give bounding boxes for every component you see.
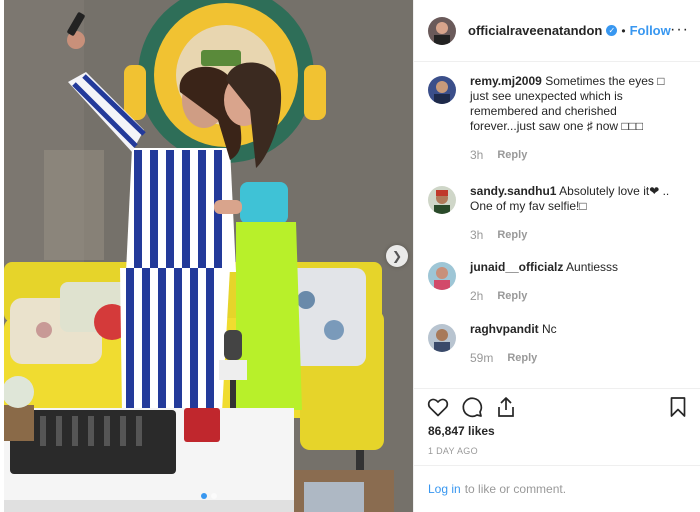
likes-count[interactable]: 86,847 likes [428,424,495,438]
comment-item: sandy.sandhu1 Absolutely love it❤ .. One… [428,184,690,242]
commenter-avatar[interactable] [428,324,456,352]
reply-button[interactable]: Reply [497,149,527,161]
author-avatar[interactable] [428,16,456,45]
next-photo-button[interactable]: ❯ [386,245,408,267]
reply-button[interactable]: Reply [497,290,527,302]
post-sidebar: officialraveenatandon ✓ • Follow ··· rem… [413,0,700,512]
login-prompt: Log in to like or comment. [414,465,700,512]
heart-icon[interactable] [426,395,450,419]
post-date: 1 DAY AGO [428,446,478,456]
reply-button[interactable]: Reply [497,229,527,241]
reply-button[interactable]: Reply [507,352,537,364]
comment-time: 59m [470,351,494,365]
comment-text: Auntiesss [566,260,619,274]
login-link[interactable]: Log in [428,482,461,496]
comment-icon[interactable] [460,395,484,419]
commenter-avatar[interactable] [428,186,456,214]
verified-badge-icon: ✓ [606,25,618,36]
more-options-icon[interactable]: ··· [670,22,689,38]
instagram-post: ❯ officialraveenatandon ✓ • Follow ··· r… [0,0,700,512]
bookmark-icon[interactable] [666,395,690,419]
carousel-dot [211,493,217,499]
photo-illustration [4,0,413,512]
commenter-username[interactable]: remy.mj2009 [470,74,542,88]
comment-item: raghvpandit Nc 59m Reply [428,322,690,365]
comment-time: 3h [470,228,484,242]
share-icon[interactable] [494,395,518,419]
commenter-username[interactable]: junaid__officialz [470,260,563,274]
chevron-right-icon: ❯ [391,249,403,263]
action-bar [414,388,700,423]
comment-item: junaid__officialz Auntiesss 2h Reply [428,260,690,303]
carousel-dots [201,493,217,499]
post-header: officialraveenatandon ✓ • Follow ··· [414,0,700,62]
post-photo[interactable]: ❯ [4,0,413,512]
commenter-avatar[interactable] [428,262,456,290]
comment-time: 2h [470,289,484,303]
login-prompt-text: to like or comment. [464,482,567,496]
comments-list: remy.mj2009 Sometimes the eyes □ just se… [414,63,700,388]
commenter-username[interactable]: raghvpandit [470,322,539,336]
follow-button[interactable]: Follow [630,23,671,38]
author-username[interactable]: officialraveenatandon [468,23,602,38]
carousel-dot-active [201,493,207,499]
commenter-username[interactable]: sandy.sandhu1 [470,184,556,198]
comment-item: remy.mj2009 Sometimes the eyes □ just se… [428,74,690,162]
separator-dot: • [621,23,626,38]
commenter-avatar[interactable] [428,76,456,104]
comment-text: Nc [542,322,557,336]
comment-time: 3h [470,148,484,162]
